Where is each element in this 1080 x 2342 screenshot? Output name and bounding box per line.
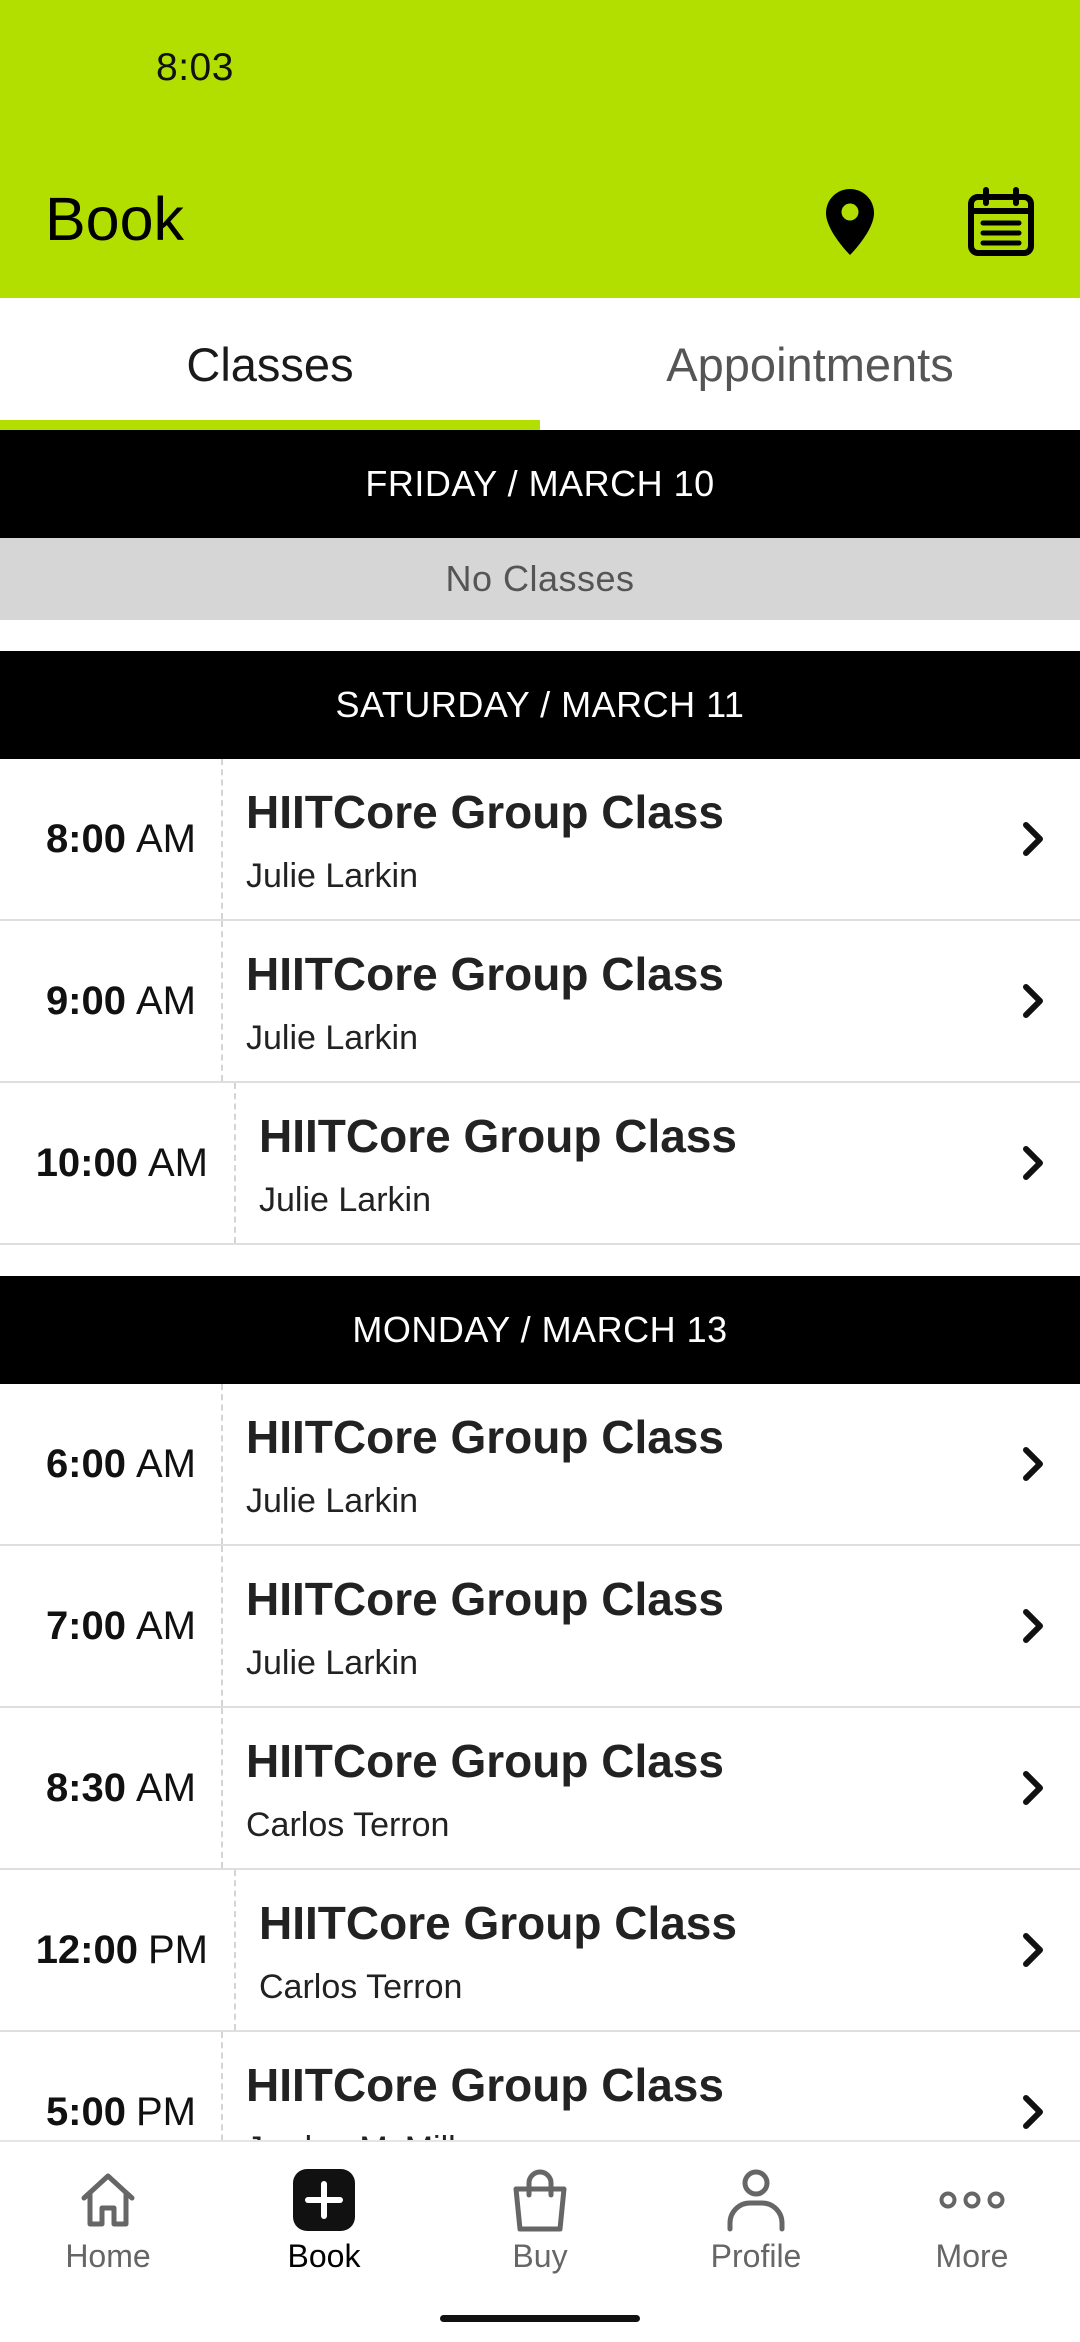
day-header-monday: MONDAY / MARCH 13 [0,1276,1080,1384]
instructor-name: Carlos Terron [246,1806,450,1844]
class-name: HIITCore Group Class [246,786,724,838]
instructor-name: Julie Larkin [246,1482,418,1520]
class-name: HIITCore Group Class [246,1735,724,1787]
class-name: HIITCore Group Class [246,2059,724,2111]
nav-profile-label: Profile [710,2238,802,2274]
chevron-right-icon [1023,1447,1043,1481]
instructor-name: Julie Larkin [246,1019,418,1057]
calendar-icon[interactable] [962,180,1040,264]
person-icon [720,2164,792,2236]
class-row[interactable]: 9:00 AM HIITCore Group Class Julie Larkin [0,921,1080,1083]
nav-home[interactable]: Home [0,2142,216,2282]
class-schedule-list[interactable]: FRIDAY / MARCH 10 No Classes SATURDAY / … [0,430,1080,2194]
app-bar: 8:03 Book [0,0,1080,298]
nav-home-label: Home [65,2238,151,2274]
tab-appointments[interactable]: Appointments [540,298,1080,430]
chevron-right-icon [1023,1146,1043,1180]
class-row[interactable]: 8:00 AM HIITCore Group Class Julie Larkin [0,759,1080,921]
instructor-name: Carlos Terron [259,1968,463,2006]
tab-classes[interactable]: Classes [0,298,540,430]
class-time: 6:00 AM [45,1441,196,1486]
class-time: 10:00 AM [35,1140,208,1185]
class-time: 9:00 AM [45,978,196,1023]
class-row[interactable]: 10:00 AM HIITCore Group Class Julie Larki… [0,1083,1080,1245]
class-time: 12:00 PM [35,1927,208,1972]
chevron-right-icon [1023,822,1043,856]
instructor-name: Julie Larkin [259,1181,431,1219]
nav-buy[interactable]: Buy [432,2142,648,2282]
nav-more-label: More [935,2238,1009,2274]
tab-bar: Classes Appointments [0,298,1080,430]
bottom-nav-bar: Home Book Buy Profile More [0,2140,1080,2342]
class-name: HIITCore Group Class [259,1897,737,1949]
class-time: 8:00 AM [45,816,196,861]
class-row[interactable]: 12:00 PM HIITCore Group Class Carlos Terr… [0,1870,1080,2032]
status-bar-time: 8:03 [156,46,234,89]
nav-profile[interactable]: Profile [648,2142,864,2282]
nav-book-label: Book [287,2238,361,2274]
no-classes-label: No Classes [0,538,1080,620]
instructor-name: Julie Larkin [246,857,418,895]
page-title: Book [45,185,185,253]
chevron-right-icon [1023,2095,1043,2129]
chevron-right-icon [1023,1933,1043,1967]
home-indicator [440,2315,640,2322]
location-pin-icon[interactable] [812,180,888,264]
class-time: 8:30 AM [45,1765,196,1810]
nav-buy-label: Buy [512,2238,568,2274]
class-name: HIITCore Group Class [259,1110,737,1162]
class-name: HIITCore Group Class [246,948,724,1000]
home-icon [72,2164,144,2236]
more-dots-icon [936,2164,1008,2236]
chevron-right-icon [1023,1771,1043,1805]
class-row[interactable]: 8:30 AM HIITCore Group Class Carlos Terro… [0,1708,1080,1870]
plus-square-icon [288,2164,360,2236]
class-row[interactable]: 7:00 AM HIITCore Group Class Julie Larkin [0,1546,1080,1708]
day-header-friday: FRIDAY / MARCH 10 [0,430,1080,538]
nav-book[interactable]: Book [216,2142,432,2282]
class-time: 7:00 AM [45,1603,196,1648]
class-name: HIITCore Group Class [246,1573,724,1625]
chevron-right-icon [1023,1609,1043,1643]
class-row[interactable]: 6:00 AM HIITCore Group Class Julie Larkin [0,1384,1080,1546]
class-name: HIITCore Group Class [246,1411,724,1463]
instructor-name: Julie Larkin [246,1644,418,1682]
shopping-bag-icon [504,2164,576,2236]
chevron-right-icon [1023,984,1043,1018]
day-header-saturday: SATURDAY / MARCH 11 [0,651,1080,759]
nav-more[interactable]: More [864,2142,1080,2282]
tab-selected-indicator [0,420,540,430]
